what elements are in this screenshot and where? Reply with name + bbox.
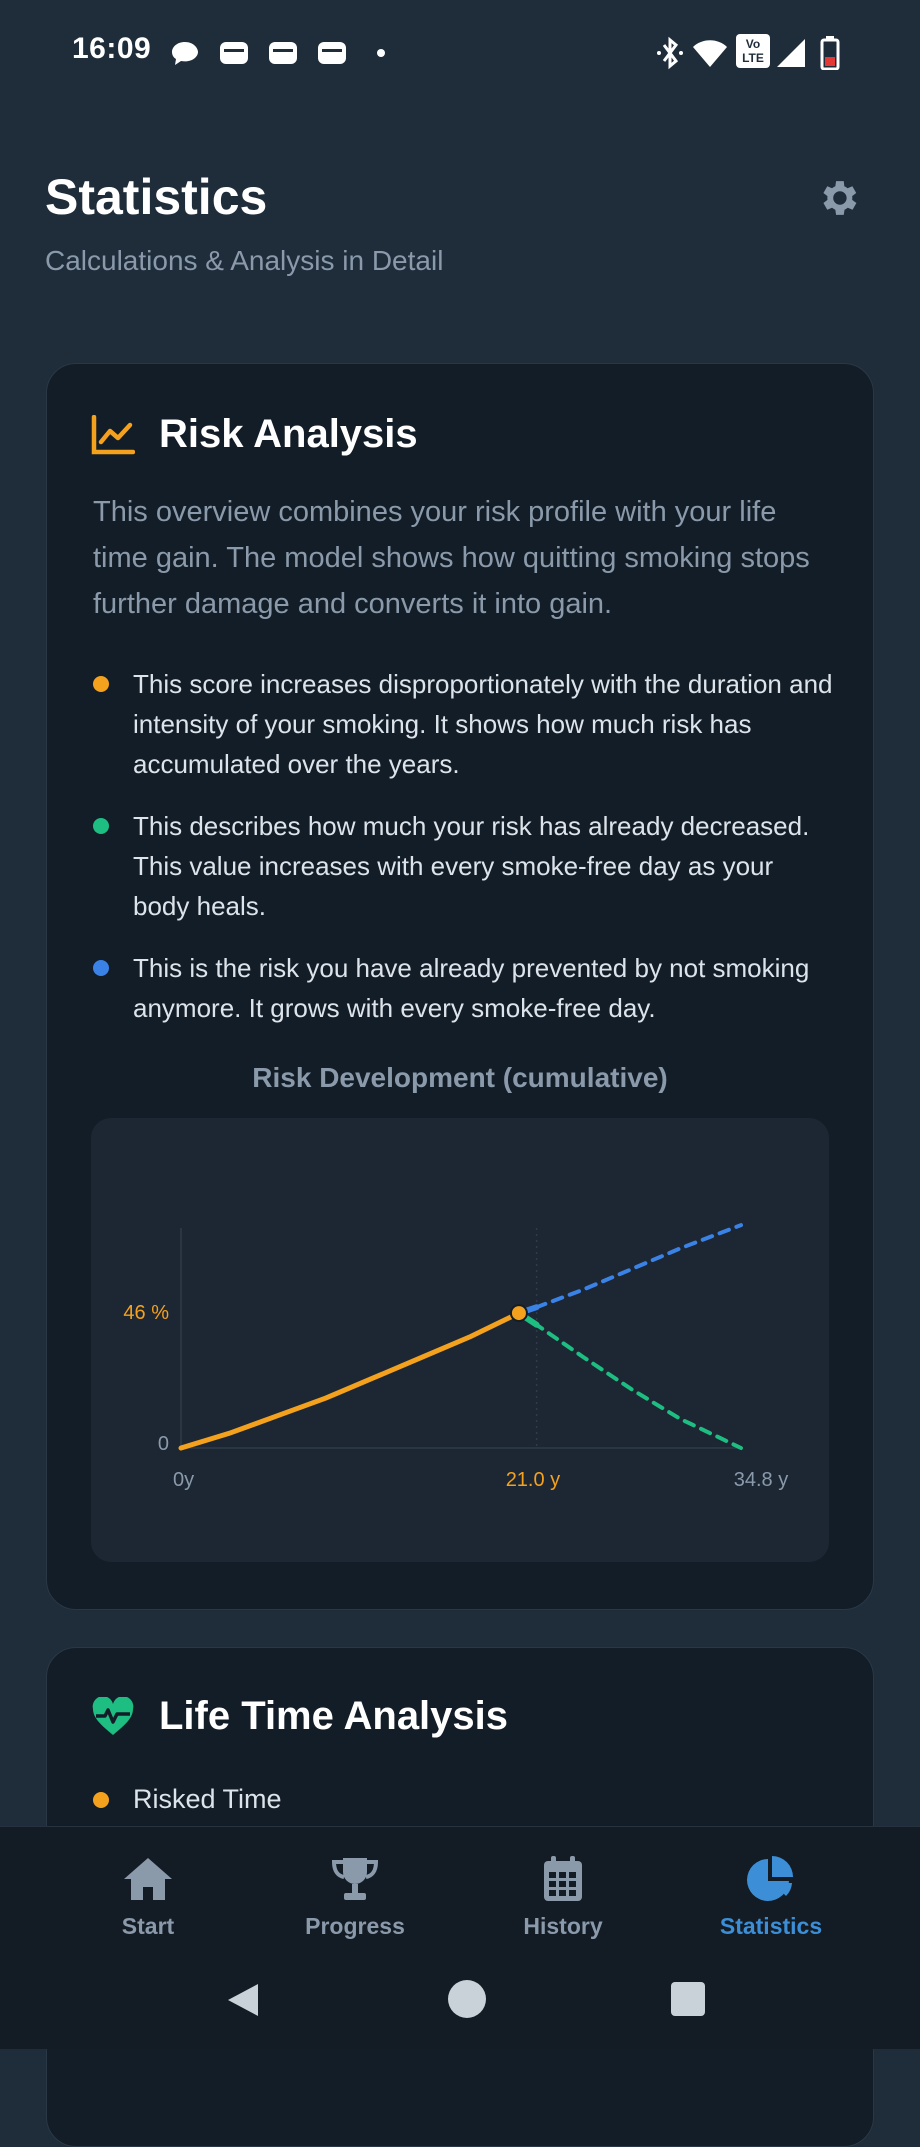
home-circle-icon[interactable] [447,1979,487,2019]
legend-dot [93,1792,109,1808]
current-point [509,1304,528,1323]
recents-icon[interactable] [670,1981,706,2017]
risk-chart: 0 46 % 0y 21.0 y 34.8 y [91,1118,829,1562]
legend-dot [93,676,109,692]
status-bar: 16:09 Vo LTE [0,0,920,106]
page-subtitle: Calculations & Analysis in Detail [45,245,444,276]
nav-item-statistics[interactable]: Statistics [691,1855,851,1940]
risk-analysis-card: Risk Analysis This overview combines you… [46,363,874,1610]
risk-analysis-header: Risk Analysis [91,412,418,457]
series-line-0 [178,1310,522,1451]
x-tick-label: 34.8 y [734,1469,788,1491]
gear-icon[interactable] [815,175,861,221]
wifi-icon [693,40,727,67]
y-tick-label: 0 [158,1433,169,1455]
wallet-icon [269,42,297,64]
legend-dot [93,960,109,976]
nav-item-history[interactable]: History [483,1855,643,1940]
risk-analysis-description: This overview combines your risk profile… [93,496,810,620]
back-icon[interactable] [224,1980,264,2020]
wallet-icon [220,42,248,64]
volte-icon: Vo LTE [736,34,770,68]
page-title: Statistics [45,169,268,225]
legend-item-prevented-risk: This is the risk you have already preven… [93,948,833,1028]
heart-pulse-icon [92,1696,134,1735]
nav-item-start[interactable]: Start [68,1855,228,1940]
y-tick-label: 46 % [123,1302,169,1324]
trend-chart-icon [91,414,135,454]
bluetooth-icon [657,36,683,70]
risk-legend-list: This score increases disproportionately … [93,664,833,1050]
nav-item-progress[interactable]: Progress [275,1855,435,1940]
series-line-1 [516,1223,743,1316]
risk-chart-svg: 0 46 % 0y 21.0 y 34.8 y [123,1223,788,1491]
legend-item-risk-score: This score increases disproportionately … [93,664,833,784]
x-tick-label: 21.0 y [506,1469,560,1491]
legend-dot [93,818,109,834]
life-time-title: Life Time Analysis [159,1694,509,1738]
status-time: 16:09 [72,32,152,65]
trophy-icon [331,1858,379,1900]
dot-icon [377,49,385,57]
chart-title: Risk Development (cumulative) [252,1062,668,1093]
x-tick-label: 0y [173,1469,194,1491]
series-line-2 [516,1311,743,1450]
signal-icon [777,39,805,67]
pie-chart-icon [747,1856,793,1901]
life-time-header: Life Time Analysis [91,1694,508,1739]
chat-bubble-icon [172,42,198,65]
battery-icon [820,36,840,70]
legend-item-risk-decrease: This describes how much your risk has al… [93,806,833,926]
risk-analysis-title: Risk Analysis [159,412,418,456]
home-icon [124,1858,172,1900]
calendar-icon [544,1856,582,1901]
legend-item-risked-time: Risked Time [93,1784,282,1815]
wallet-icon [318,42,346,64]
